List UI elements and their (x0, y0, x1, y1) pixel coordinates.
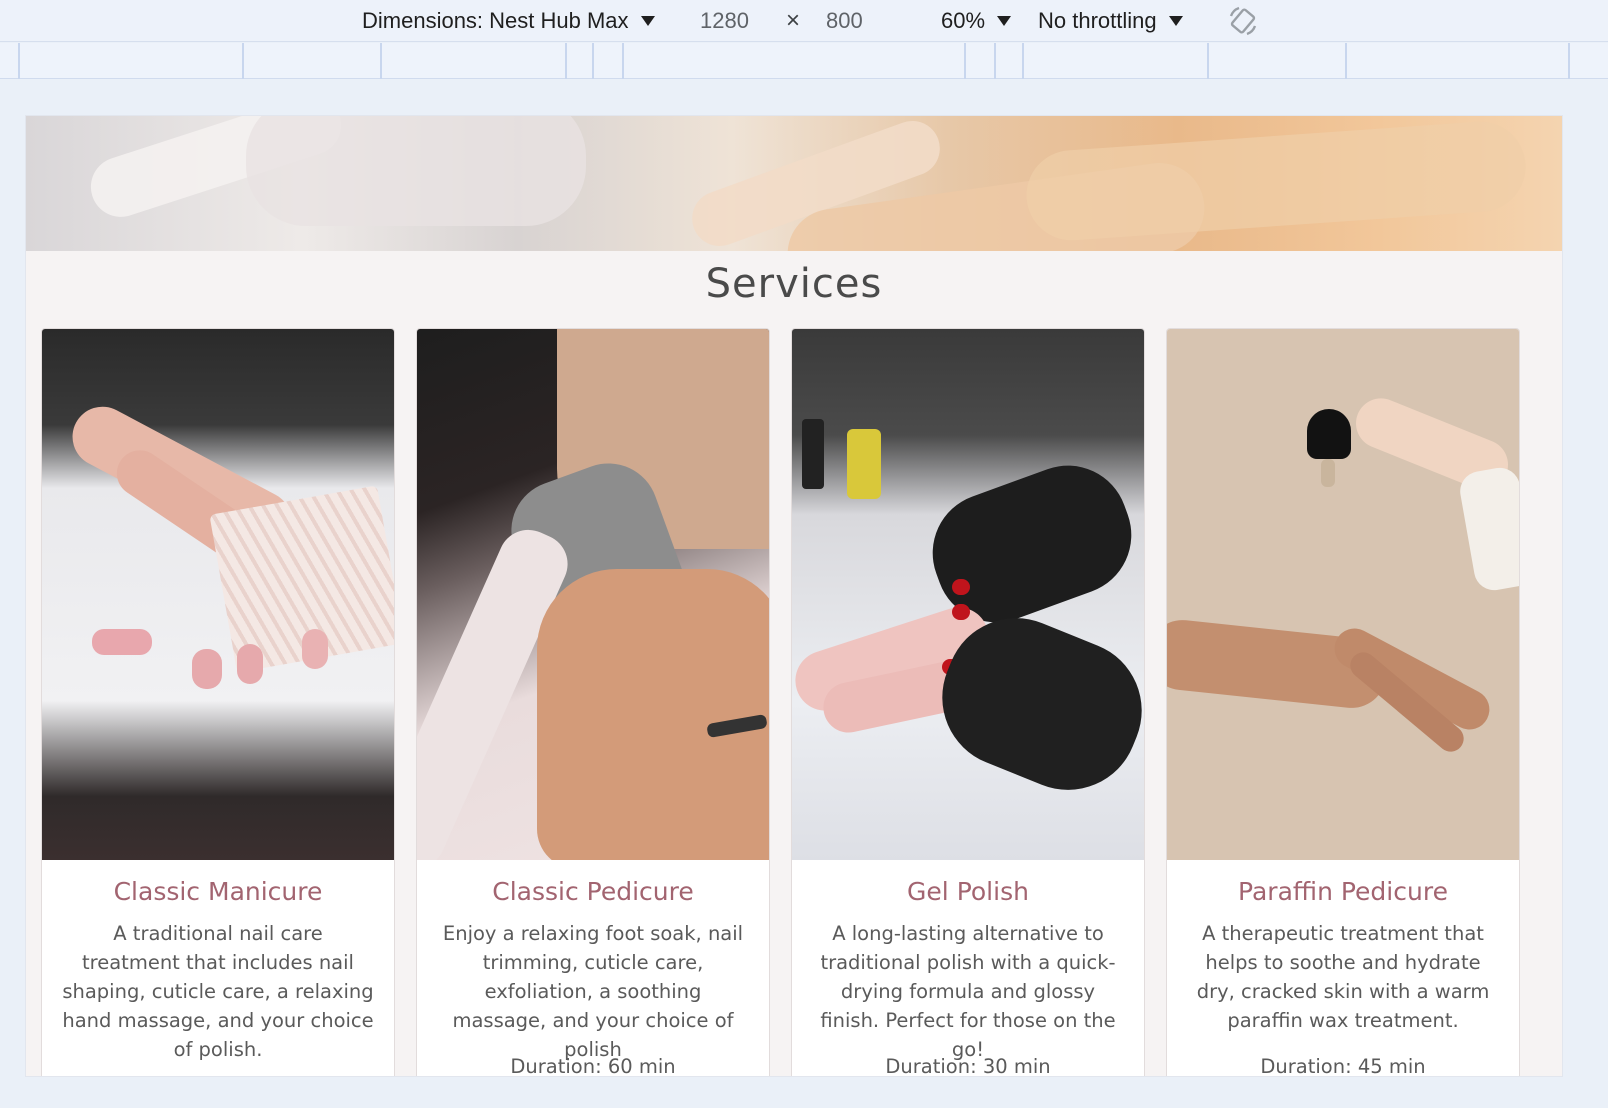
throttling-dropdown[interactable]: No throttling (1038, 6, 1183, 36)
service-title: Paraffin Pedicure (1238, 877, 1448, 906)
service-description: A long-lasting alternative to traditiona… (820, 922, 1116, 1061)
width-input[interactable]: 1280 (700, 6, 749, 36)
service-description: A therapeutic treatment that helps to so… (1196, 922, 1490, 1032)
chevron-down-icon (640, 16, 655, 26)
services-heading: Services (705, 261, 883, 307)
service-duration: Duration: 45 min (1260, 1055, 1426, 1076)
service-duration: Duration: 30 min (885, 1055, 1051, 1076)
service-description: A traditional nail care treatment that i… (62, 922, 374, 1061)
chevron-down-icon (997, 16, 1012, 26)
service-card-classic-pedicure[interactable]: Classic Pedicure Enjoy a relaxing foot s… (416, 328, 770, 1076)
paraffin-photo (1167, 329, 1519, 860)
service-card-paraffin-pedicure[interactable]: Paraffin Pedicure A therapeutic treatmen… (1166, 328, 1520, 1076)
hero-image (26, 116, 1562, 251)
pedicure-photo (417, 329, 769, 860)
manicure-photo (42, 329, 394, 860)
chevron-down-icon (1168, 16, 1183, 26)
media-query-ruler[interactable] (0, 43, 1608, 79)
rotate-icon[interactable] (1226, 4, 1260, 38)
dimensions-dropdown[interactable]: Dimensions: Nest Hub Max (362, 6, 655, 36)
service-card-classic-manicure[interactable]: Classic Manicure A traditional nail care… (41, 328, 395, 1076)
dimensions-label: Dimensions: Nest Hub Max (362, 8, 629, 33)
times-symbol: × (786, 7, 801, 34)
service-description: Enjoy a relaxing foot soak, nail trimmin… (442, 922, 744, 1061)
service-title: Classic Pedicure (492, 877, 694, 906)
height-input[interactable]: 800 (826, 6, 863, 36)
device-toolbar: Dimensions: Nest Hub Max 1280 × 800 60% … (0, 0, 1608, 42)
zoom-label: 60% (941, 8, 986, 33)
service-duration: Duration: 60 min (510, 1055, 676, 1076)
page-viewport: Services Classic Manicure A traditional … (26, 116, 1562, 1076)
service-title: Classic Manicure (113, 877, 323, 906)
gel-polish-photo (792, 329, 1144, 860)
throttling-label: No throttling (1038, 8, 1157, 33)
service-title: Gel Polish (907, 877, 1029, 906)
service-card-gel-polish[interactable]: Gel Polish A long-lasting alternative to… (791, 328, 1145, 1076)
zoom-dropdown[interactable]: 60% (941, 6, 1012, 36)
